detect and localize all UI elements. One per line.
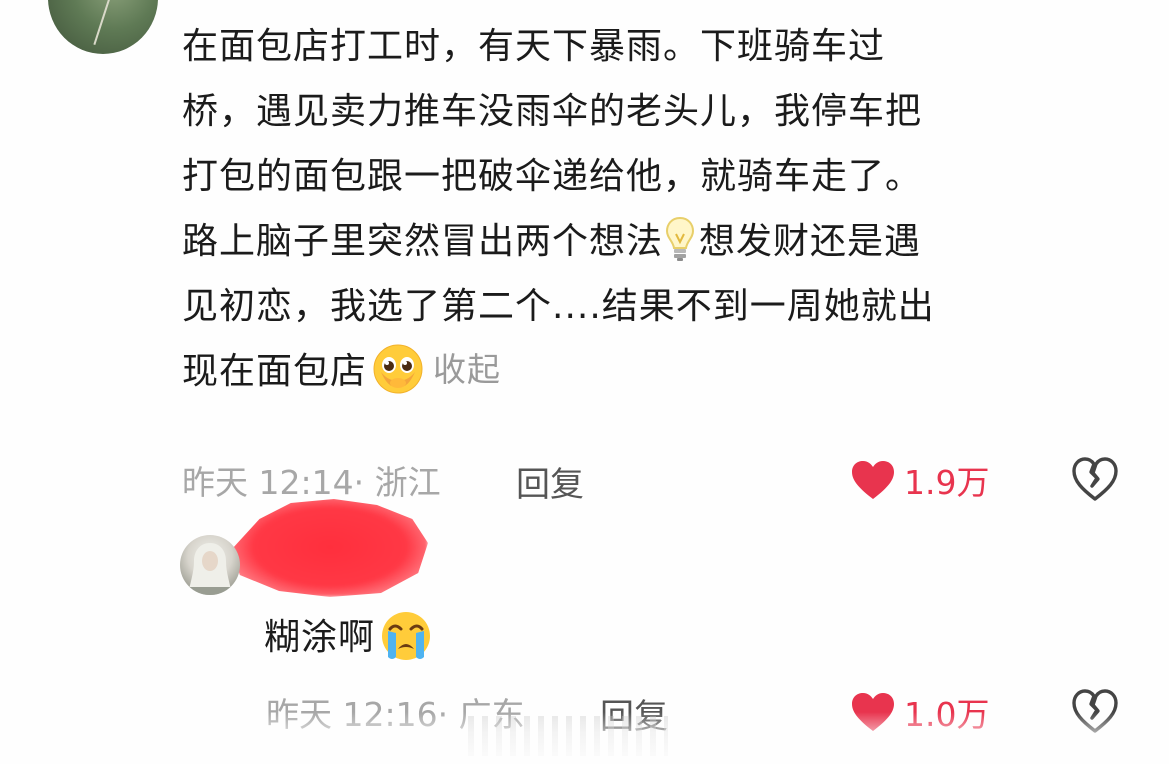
commenter-avatar[interactable] bbox=[48, 0, 158, 54]
comment-line-part: 路上脑子里突然冒出两个想法 bbox=[182, 221, 664, 262]
comment-location: · 浙江 bbox=[353, 463, 441, 502]
reply-time: 昨天 12:16 bbox=[266, 695, 438, 734]
redacted-username bbox=[232, 499, 428, 597]
comment-meta: 昨天 12:14 · 浙江 bbox=[182, 458, 441, 502]
heart-icon bbox=[852, 693, 894, 731]
comment-line-part: 想发财还是遇 bbox=[699, 221, 922, 262]
reply-button[interactable]: 回复 bbox=[516, 457, 584, 506]
collapse-link[interactable]: 收起 bbox=[433, 350, 501, 389]
broken-heart-icon[interactable] bbox=[1071, 455, 1119, 503]
comment-line: 路上脑子里突然冒出两个想法 想发财还是遇 bbox=[182, 209, 1132, 274]
comment-line: 在面包店打工时，有天下暴雨。下班骑车过 bbox=[182, 26, 886, 67]
comment-line-part: 现在面包店 bbox=[182, 351, 368, 392]
broken-heart-icon[interactable] bbox=[1071, 687, 1119, 735]
like-button[interactable]: 1.9万 bbox=[850, 456, 989, 504]
comment-line: 桥，遇见卖力推车没雨伞的老头儿，我停车把 bbox=[182, 91, 923, 132]
like-count: 1.9万 bbox=[904, 463, 990, 502]
watermark-overlay bbox=[468, 716, 668, 756]
loudly-crying-face-emoji-icon bbox=[382, 612, 431, 660]
reply-body: 糊涂啊 bbox=[264, 608, 433, 666]
like-count: 1.0万 bbox=[904, 695, 990, 734]
avatar-figure bbox=[180, 543, 240, 595]
comment-line: 见初恋，我选了第二个....结果不到一周她就出 bbox=[182, 286, 935, 327]
lightbulb-emoji-icon bbox=[666, 216, 695, 261]
heart-icon bbox=[852, 461, 894, 499]
reply-avatar[interactable] bbox=[180, 535, 240, 595]
like-button[interactable]: 1.0万 bbox=[850, 688, 989, 736]
comment-line: 现在面包店 收起 bbox=[182, 339, 1132, 406]
comment-time: 昨天 12:14 bbox=[182, 463, 354, 502]
pleading-face-emoji-icon bbox=[373, 344, 423, 394]
comment-body: 在面包店打工时，有天下暴雨。下班骑车过 桥，遇见卖力推车没雨伞的老头儿，我停车把… bbox=[182, 14, 1132, 406]
reply-text: 糊涂啊 bbox=[264, 617, 376, 658]
comment-line: 打包的面包跟一把破伞递给他，就骑车走了。 bbox=[182, 156, 923, 197]
